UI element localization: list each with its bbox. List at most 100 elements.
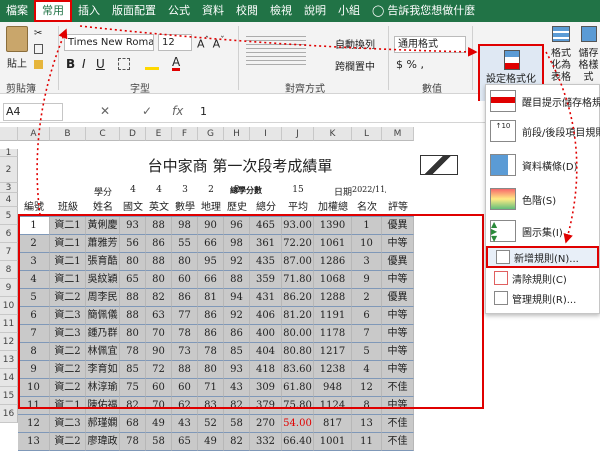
- table-cell[interactable]: 9: [352, 271, 382, 289]
- name-box[interactable]: A4: [3, 103, 63, 121]
- cancel-icon[interactable]: ✕: [100, 104, 110, 118]
- table-cell[interactable]: 86: [224, 325, 250, 343]
- fill-color-icon[interactable]: [145, 58, 159, 70]
- table-cell[interactable]: 資二3: [50, 307, 86, 325]
- table-cell[interactable]: 72: [146, 361, 172, 379]
- table-cell[interactable]: 85: [224, 343, 250, 361]
- column-header[interactable]: B: [50, 127, 86, 141]
- table-cell[interactable]: 83.60: [282, 361, 314, 379]
- formula-input[interactable]: 1: [200, 105, 207, 118]
- menu-color-scales[interactable]: 色階(S): [486, 185, 599, 213]
- table-cell[interactable]: 62: [172, 397, 198, 415]
- table-header[interactable]: 編號: [18, 199, 50, 217]
- table-cell[interactable]: 85: [120, 361, 146, 379]
- table-header[interactable]: 平均: [282, 199, 314, 217]
- table-cell[interactable]: 60: [146, 379, 172, 397]
- menu-manage-rules[interactable]: 管理規則(R)...: [486, 289, 599, 307]
- table-cell[interactable]: 92: [224, 307, 250, 325]
- table-cell[interactable]: 1061: [314, 235, 352, 253]
- table-cell[interactable]: 陳佑福: [86, 397, 120, 415]
- table-cell[interactable]: 7: [352, 325, 382, 343]
- table-cell[interactable]: 80: [146, 271, 172, 289]
- table-cell[interactable]: 55: [172, 235, 198, 253]
- table-cell[interactable]: 蕭雅芳: [86, 235, 120, 253]
- format-as-table-button[interactable]: 格式化為表格: [548, 26, 574, 84]
- table-cell[interactable]: 270: [250, 415, 282, 433]
- table-cell[interactable]: 12: [352, 379, 382, 397]
- table-cell[interactable]: 1124: [314, 397, 352, 415]
- table-cell[interactable]: 93: [224, 361, 250, 379]
- table-cell[interactable]: 周李民: [86, 289, 120, 307]
- row-header[interactable]: 9: [0, 279, 18, 297]
- table-header[interactable]: 地理: [198, 199, 224, 217]
- table-cell[interactable]: 簡佩儀: [86, 307, 120, 325]
- menu-data-bars[interactable]: 資料橫條(D): [486, 151, 599, 179]
- table-cell[interactable]: 435: [250, 253, 282, 271]
- tab-data[interactable]: 資料: [196, 0, 230, 22]
- table-cell[interactable]: 13: [18, 433, 50, 451]
- table-header[interactable]: 國文: [120, 199, 146, 217]
- table-cell[interactable]: 資二1: [50, 235, 86, 253]
- font-size-select[interactable]: 12: [158, 34, 192, 51]
- table-cell[interactable]: 88: [172, 361, 198, 379]
- table-cell[interactable]: 5: [18, 289, 50, 307]
- table-cell[interactable]: 88: [120, 289, 146, 307]
- font-color-icon[interactable]: A: [172, 56, 181, 71]
- table-cell[interactable]: 資二3: [50, 325, 86, 343]
- table-cell[interactable]: 1288: [314, 289, 352, 307]
- table-cell[interactable]: 52: [198, 415, 224, 433]
- table-cell[interactable]: 88: [120, 307, 146, 325]
- table-cell[interactable]: 12: [18, 415, 50, 433]
- table-cell[interactable]: 72.20: [282, 235, 314, 253]
- table-cell[interactable]: 郝瑾嫻: [86, 415, 120, 433]
- table-cell[interactable]: 1: [352, 217, 382, 235]
- row-header[interactable]: 7: [0, 243, 18, 261]
- column-header[interactable]: J: [282, 127, 314, 141]
- sheet-cell[interactable]: 2: [198, 185, 224, 195]
- tab-formulas[interactable]: 公式: [162, 0, 196, 22]
- table-cell[interactable]: 8: [352, 397, 382, 415]
- table-cell[interactable]: 60: [172, 379, 198, 397]
- table-cell[interactable]: 400: [250, 325, 282, 343]
- table-cell[interactable]: 鍾乃群: [86, 325, 120, 343]
- underline-icon[interactable]: U: [96, 57, 105, 71]
- table-cell[interactable]: 7: [18, 325, 50, 343]
- column-header[interactable]: K: [314, 127, 352, 141]
- table-cell[interactable]: 6: [352, 307, 382, 325]
- row-header[interactable]: 12: [0, 333, 18, 351]
- table-cell[interactable]: 78: [120, 433, 146, 451]
- table-cell[interactable]: 77: [172, 307, 198, 325]
- menu-clear-rules[interactable]: 清除規則(C): [486, 269, 599, 287]
- sheet-cell[interactable]: 2022/11/4: [352, 185, 386, 194]
- table-cell[interactable]: 80: [120, 253, 146, 271]
- row-header[interactable]: 10: [0, 297, 18, 315]
- row-header[interactable]: 15: [0, 387, 18, 405]
- menu-icon-sets[interactable]: ▲ ▶ ▼ 圖示集(I): [486, 217, 599, 245]
- table-cell[interactable]: 66: [198, 235, 224, 253]
- table-cell[interactable]: 81.20: [282, 307, 314, 325]
- table-cell[interactable]: 465: [250, 217, 282, 235]
- table-cell[interactable]: 80: [120, 325, 146, 343]
- table-cell[interactable]: 9: [18, 361, 50, 379]
- table-cell[interactable]: 71: [198, 379, 224, 397]
- column-header[interactable]: A: [18, 127, 50, 141]
- table-header[interactable]: 加權總分: [314, 199, 352, 231]
- table-cell[interactable]: 43: [172, 415, 198, 433]
- table-cell[interactable]: 4: [352, 361, 382, 379]
- tab-page-layout[interactable]: 版面配置: [106, 0, 162, 22]
- format-painter-icon[interactable]: [34, 60, 43, 69]
- table-header[interactable]: 數學: [172, 199, 198, 217]
- table-header[interactable]: 評等: [382, 199, 414, 217]
- table-cell[interactable]: 93: [120, 217, 146, 235]
- table-cell[interactable]: 56: [120, 235, 146, 253]
- cell-styles-button[interactable]: 儲存格樣式: [577, 26, 600, 84]
- table-cell[interactable]: 82: [146, 289, 172, 307]
- menu-top-bottom-rules[interactable]: ↑10 前段/後段項目規則(T): [486, 117, 600, 145]
- table-cell[interactable]: 資二1: [50, 217, 86, 235]
- table-cell[interactable]: 11: [18, 397, 50, 415]
- borders-icon[interactable]: [118, 58, 130, 70]
- table-cell[interactable]: 吳紋穎: [86, 271, 120, 289]
- table-cell[interactable]: 1390: [314, 217, 352, 235]
- copy-icon[interactable]: [34, 44, 43, 54]
- table-cell[interactable]: 10: [18, 379, 50, 397]
